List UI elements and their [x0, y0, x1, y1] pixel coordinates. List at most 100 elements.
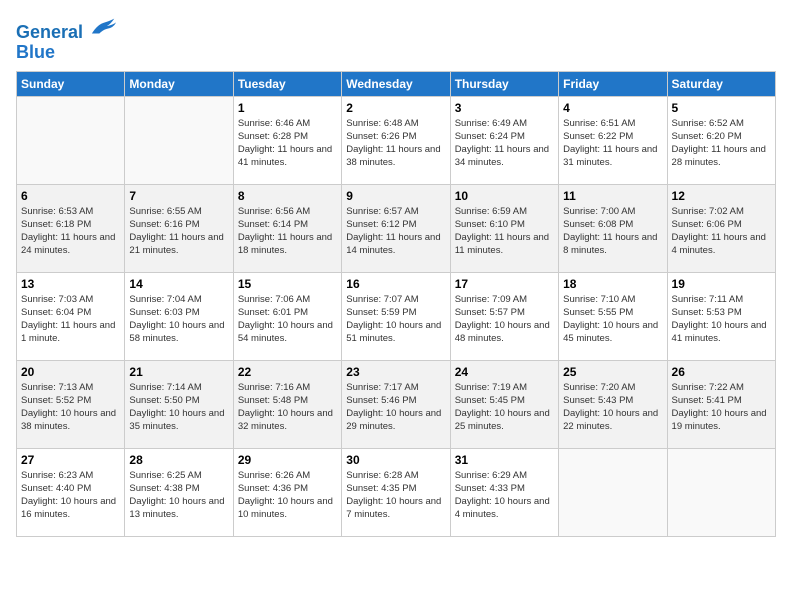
calendar-week-row: 20Sunrise: 7:13 AM Sunset: 5:52 PM Dayli…: [17, 360, 776, 448]
logo: General Blue: [16, 16, 118, 63]
day-info: Sunrise: 6:26 AM Sunset: 4:36 PM Dayligh…: [238, 469, 337, 522]
calendar-week-row: 27 Sunrise: 6:23 AM Sunset: 4:40 PM Dayli…: [17, 448, 776, 536]
day-number: 28: [129, 453, 228, 467]
calendar-week-row: 6 Sunrise: 6:53 AM Sunset: 6:18 PM Daylig…: [17, 184, 776, 272]
calendar-cell: [125, 96, 233, 184]
day-info: Sunrise: 6:28 AM Sunset: 4:35 PM Dayligh…: [346, 469, 445, 522]
calendar-cell: 31 Sunrise: 6:29 AM Sunset: 4:33 PM Dayli…: [450, 448, 558, 536]
weekday-header-tuesday: Tuesday: [233, 71, 341, 96]
day-number: 22: [238, 365, 337, 379]
calendar-cell: 27 Sunrise: 6:23 AM Sunset: 4:40 PM Dayli…: [17, 448, 125, 536]
day-info: Sunrise: 6:56 AM Sunset: 6:14 PM Dayligh…: [238, 205, 337, 258]
calendar-cell: 1Sunrise: 6:46 AM Sunset: 6:28 PM Daylig…: [233, 96, 341, 184]
calendar-week-row: 1Sunrise: 6:46 AM Sunset: 6:28 PM Daylig…: [17, 96, 776, 184]
calendar-cell: 16 Sunrise: 7:07 AM Sunset: 5:59 PM Dayli…: [342, 272, 450, 360]
day-number: 24: [455, 365, 554, 379]
day-number: 5: [672, 101, 771, 115]
day-info: Sunrise: 6:48 AM Sunset: 6:26 PM Dayligh…: [346, 117, 445, 170]
day-info: Sunrise: 7:04 AM Sunset: 6:03 PM Dayligh…: [129, 293, 228, 346]
calendar-cell: 5 Sunrise: 6:52 AM Sunset: 6:20 PM Daylig…: [667, 96, 775, 184]
day-info: Sunrise: 7:20 AM Sunset: 5:43 PM Dayligh…: [563, 381, 662, 434]
day-info: Sunrise: 7:14 AM Sunset: 5:50 PM Dayligh…: [129, 381, 228, 434]
weekday-header-saturday: Saturday: [667, 71, 775, 96]
day-number: 12: [672, 189, 771, 203]
calendar-body: 1Sunrise: 6:46 AM Sunset: 6:28 PM Daylig…: [17, 96, 776, 536]
day-number: 21: [129, 365, 228, 379]
weekday-header-monday: Monday: [125, 71, 233, 96]
day-number: 11: [563, 189, 662, 203]
calendar-cell: 14 Sunrise: 7:04 AM Sunset: 6:03 PM Dayli…: [125, 272, 233, 360]
weekday-header-wednesday: Wednesday: [342, 71, 450, 96]
day-info: Sunrise: 6:29 AM Sunset: 4:33 PM Dayligh…: [455, 469, 554, 522]
logo-bird-icon: [90, 16, 118, 38]
day-info: Sunrise: 7:09 AM Sunset: 5:57 PM Dayligh…: [455, 293, 554, 346]
day-info: Sunrise: 7:03 AM Sunset: 6:04 PM Dayligh…: [21, 293, 120, 346]
calendar-cell: 12 Sunrise: 7:02 AM Sunset: 6:06 PM Dayli…: [667, 184, 775, 272]
weekday-header-sunday: Sunday: [17, 71, 125, 96]
page-header: General Blue: [16, 16, 776, 63]
day-number: 8: [238, 189, 337, 203]
day-number: 17: [455, 277, 554, 291]
day-number: 3: [455, 101, 554, 115]
calendar-cell: 24Sunrise: 7:19 AM Sunset: 5:45 PM Dayli…: [450, 360, 558, 448]
day-number: 31: [455, 453, 554, 467]
day-info: Sunrise: 6:57 AM Sunset: 6:12 PM Dayligh…: [346, 205, 445, 258]
day-info: Sunrise: 7:11 AM Sunset: 5:53 PM Dayligh…: [672, 293, 771, 346]
day-number: 16: [346, 277, 445, 291]
calendar-cell: 22 Sunrise: 7:16 AM Sunset: 5:48 PM Dayli…: [233, 360, 341, 448]
day-number: 2: [346, 101, 445, 115]
calendar-table: SundayMondayTuesdayWednesdayThursdayFrid…: [16, 71, 776, 537]
day-info: Sunrise: 7:13 AM Sunset: 5:52 PM Dayligh…: [21, 381, 120, 434]
day-info: Sunrise: 6:55 AM Sunset: 6:16 PM Dayligh…: [129, 205, 228, 258]
day-number: 10: [455, 189, 554, 203]
day-number: 6: [21, 189, 120, 203]
calendar-cell: 9Sunrise: 6:57 AM Sunset: 6:12 PM Daylig…: [342, 184, 450, 272]
day-info: Sunrise: 6:59 AM Sunset: 6:10 PM Dayligh…: [455, 205, 554, 258]
day-info: Sunrise: 6:52 AM Sunset: 6:20 PM Dayligh…: [672, 117, 771, 170]
day-info: Sunrise: 7:07 AM Sunset: 5:59 PM Dayligh…: [346, 293, 445, 346]
calendar-cell: 15 Sunrise: 7:06 AM Sunset: 6:01 PM Dayli…: [233, 272, 341, 360]
day-info: Sunrise: 7:17 AM Sunset: 5:46 PM Dayligh…: [346, 381, 445, 434]
day-info: Sunrise: 6:25 AM Sunset: 4:38 PM Dayligh…: [129, 469, 228, 522]
calendar-cell: 29Sunrise: 6:26 AM Sunset: 4:36 PM Dayli…: [233, 448, 341, 536]
calendar-cell: 21 Sunrise: 7:14 AM Sunset: 5:50 PM Dayli…: [125, 360, 233, 448]
day-number: 23: [346, 365, 445, 379]
calendar-cell: 28 Sunrise: 6:25 AM Sunset: 4:38 PM Dayli…: [125, 448, 233, 536]
calendar-cell: 17 Sunrise: 7:09 AM Sunset: 5:57 PM Dayli…: [450, 272, 558, 360]
day-number: 30: [346, 453, 445, 467]
calendar-cell: 20Sunrise: 7:13 AM Sunset: 5:52 PM Dayli…: [17, 360, 125, 448]
day-number: 14: [129, 277, 228, 291]
calendar-cell: 30 Sunrise: 6:28 AM Sunset: 4:35 PM Dayli…: [342, 448, 450, 536]
calendar-cell: 13 Sunrise: 7:03 AM Sunset: 6:04 PM Dayli…: [17, 272, 125, 360]
calendar-week-row: 13 Sunrise: 7:03 AM Sunset: 6:04 PM Dayli…: [17, 272, 776, 360]
day-info: Sunrise: 6:53 AM Sunset: 6:18 PM Dayligh…: [21, 205, 120, 258]
day-info: Sunrise: 6:49 AM Sunset: 6:24 PM Dayligh…: [455, 117, 554, 170]
day-info: Sunrise: 6:23 AM Sunset: 4:40 PM Dayligh…: [21, 469, 120, 522]
calendar-cell: 26Sunrise: 7:22 AM Sunset: 5:41 PM Dayli…: [667, 360, 775, 448]
day-number: 18: [563, 277, 662, 291]
calendar-cell: [667, 448, 775, 536]
day-number: 26: [672, 365, 771, 379]
calendar-cell: 23 Sunrise: 7:17 AM Sunset: 5:46 PM Dayli…: [342, 360, 450, 448]
day-number: 15: [238, 277, 337, 291]
calendar-cell: 8 Sunrise: 6:56 AM Sunset: 6:14 PM Daylig…: [233, 184, 341, 272]
day-info: Sunrise: 7:02 AM Sunset: 6:06 PM Dayligh…: [672, 205, 771, 258]
day-info: Sunrise: 7:06 AM Sunset: 6:01 PM Dayligh…: [238, 293, 337, 346]
calendar-cell: 4Sunrise: 6:51 AM Sunset: 6:22 PM Daylig…: [559, 96, 667, 184]
calendar-cell: 19Sunrise: 7:11 AM Sunset: 5:53 PM Dayli…: [667, 272, 775, 360]
logo-text: General Blue: [16, 16, 118, 63]
calendar-cell: 6 Sunrise: 6:53 AM Sunset: 6:18 PM Daylig…: [17, 184, 125, 272]
day-number: 25: [563, 365, 662, 379]
day-info: Sunrise: 7:10 AM Sunset: 5:55 PM Dayligh…: [563, 293, 662, 346]
day-info: Sunrise: 7:16 AM Sunset: 5:48 PM Dayligh…: [238, 381, 337, 434]
day-number: 27: [21, 453, 120, 467]
day-number: 13: [21, 277, 120, 291]
calendar-cell: 18 Sunrise: 7:10 AM Sunset: 5:55 PM Dayli…: [559, 272, 667, 360]
day-number: 4: [563, 101, 662, 115]
calendar-cell: [17, 96, 125, 184]
calendar-cell: 10 Sunrise: 6:59 AM Sunset: 6:10 PM Dayli…: [450, 184, 558, 272]
calendar-cell: 2 Sunrise: 6:48 AM Sunset: 6:26 PM Daylig…: [342, 96, 450, 184]
day-number: 1: [238, 101, 337, 115]
calendar-cell: 7Sunrise: 6:55 AM Sunset: 6:16 PM Daylig…: [125, 184, 233, 272]
day-info: Sunrise: 7:00 AM Sunset: 6:08 PM Dayligh…: [563, 205, 662, 258]
